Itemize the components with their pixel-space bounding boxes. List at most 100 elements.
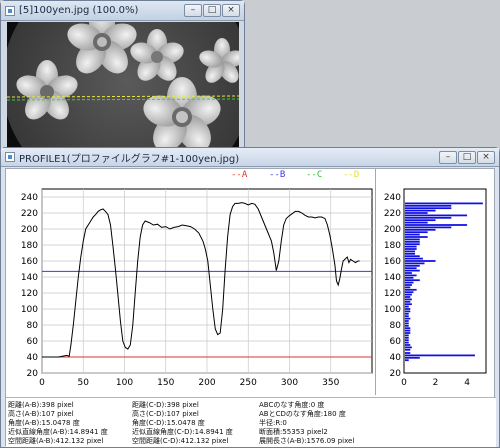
- histogram-bar: [405, 264, 420, 267]
- histogram-bar: [405, 276, 414, 279]
- measurement-value: 角度(C-D):15.0478 度: [132, 419, 205, 427]
- profile-window-titlebar[interactable]: PROFILE1(プロファイルグラフ#1-100yen.jpg) – □ ×: [1, 148, 499, 167]
- profile-chart[interactable]: 20 40 60 80 100 120 140 160 180 200 220 240 0 50 100 15…: [6, 181, 375, 397]
- histogram-y-tick-label: 20: [390, 369, 402, 379]
- y-tick-label: 60: [27, 337, 39, 347]
- x-tick-label: 100: [116, 378, 133, 388]
- histogram-bar: [405, 224, 468, 226]
- histogram-bar: [405, 207, 452, 210]
- histogram-bar: [405, 286, 411, 289]
- histogram-bar: [405, 209, 436, 212]
- histogram-bar: [405, 233, 420, 236]
- histogram-bar: [405, 324, 409, 327]
- histogram-bar: [405, 240, 420, 243]
- legend-b: --B: [269, 170, 286, 180]
- histogram-y-tick-label: 220: [384, 209, 401, 219]
- measurement-value: 断面積:55353 pixel2: [259, 428, 328, 436]
- measurement-value: 距離(A-B):398 pixel: [8, 401, 74, 409]
- histogram-y-tick-label: 140: [384, 273, 401, 283]
- histogram-bar: [405, 260, 436, 262]
- histogram-bar: [405, 348, 411, 351]
- histogram-bar: [405, 310, 411, 313]
- histogram-bar: [405, 245, 417, 248]
- y-tick-label: 120: [21, 289, 38, 299]
- histogram-bar: [405, 356, 420, 359]
- histogram-bar: [405, 332, 411, 334]
- x-tick-label: 200: [198, 378, 215, 388]
- histogram-bar: [405, 334, 409, 337]
- histogram-bar: [405, 305, 409, 308]
- minimize-button[interactable]: –: [439, 151, 457, 164]
- legend-d: --D: [343, 170, 360, 180]
- measurement-value: 高さ(C-D):107 pixel: [132, 410, 199, 418]
- y-tick-label: 100: [21, 305, 38, 315]
- image-window-title: [5]100yen.jpg (100.0%): [19, 5, 139, 16]
- histogram-bar: [405, 267, 417, 270]
- histogram-bar: [405, 327, 411, 330]
- x-tick-label: 50: [78, 378, 90, 388]
- histogram-bar: [405, 298, 412, 301]
- x-tick-label: 300: [281, 378, 298, 388]
- histogram-y-tick-label: 80: [390, 321, 402, 331]
- histogram-bar: [405, 255, 420, 258]
- histogram-bar: [405, 300, 411, 303]
- measurement-value: ABCのなす角度:0 度: [259, 401, 325, 409]
- maximize-button[interactable]: □: [203, 4, 221, 17]
- histogram-y-tick-label: 200: [384, 225, 401, 235]
- histogram-bar: [405, 279, 420, 282]
- histogram-bar: [405, 226, 452, 229]
- histogram-bar: [405, 354, 475, 357]
- profile-content: --A --B --C --D 20 40 60 80 100 120 140 160 180 2…: [5, 168, 496, 447]
- y-tick-label: 180: [21, 241, 38, 251]
- y-tick-label: 160: [21, 257, 38, 267]
- histogram-bar: [405, 204, 452, 207]
- histogram-chart[interactable]: 20 40 60 80 100 120 140 160 180 200 220 240 0 2 4: [376, 181, 494, 397]
- histogram-bar: [405, 216, 452, 219]
- histogram-bar: [405, 262, 425, 265]
- coin-image[interactable]: [7, 22, 239, 147]
- histogram-bar: [405, 303, 412, 306]
- histogram-bar: [405, 308, 411, 310]
- histogram-bar: [405, 281, 414, 284]
- close-button[interactable]: ×: [222, 4, 240, 17]
- histogram-y-tick-label: 100: [384, 305, 401, 315]
- measurement-value: 空間距離(A-B):412.132 pixel: [8, 437, 104, 445]
- histogram-bar: [405, 288, 417, 291]
- histogram-bar: [405, 296, 411, 298]
- histogram-bar: [405, 252, 416, 255]
- close-button[interactable]: ×: [477, 151, 495, 164]
- histogram-bar: [405, 269, 420, 272]
- histogram-bar: [405, 329, 411, 332]
- histogram-bar: [405, 231, 428, 234]
- histogram-bar: [405, 344, 411, 346]
- histogram-y-tick-label: 160: [384, 257, 401, 267]
- histogram-bar: [405, 315, 409, 318]
- profile-window-title: PROFILE1(プロファイルグラフ#1-100yen.jpg): [19, 153, 240, 165]
- y-tick-label: 80: [27, 321, 39, 331]
- profile-window-icon: [5, 152, 15, 162]
- histogram-bar: [405, 214, 468, 217]
- coin-image-graphic: [7, 22, 239, 147]
- profile-window: PROFILE1(プロファイルグラフ#1-100yen.jpg) – □ × -…: [0, 147, 500, 448]
- histogram-y-tick-label: 60: [390, 337, 402, 347]
- histogram-bar: [405, 212, 428, 214]
- y-tick-label: 220: [21, 209, 38, 219]
- histogram-bar: [405, 291, 414, 294]
- image-window: [5]100yen.jpg (100.0%) – □ ×: [0, 0, 245, 150]
- image-window-titlebar[interactable]: [5]100yen.jpg (100.0%) – □ ×: [1, 1, 244, 21]
- histogram-x-tick-label: 4: [464, 378, 470, 388]
- x-tick-label: 250: [240, 378, 257, 388]
- histogram-bar: [405, 274, 417, 277]
- measurement-value: 近似直線角度(C-D):14.8941 度: [132, 428, 233, 436]
- maximize-button[interactable]: □: [458, 151, 476, 164]
- histogram-bar: [405, 352, 411, 354]
- minimize-button[interactable]: –: [184, 4, 202, 17]
- histogram-bar: [405, 250, 416, 253]
- histogram-x-tick-label: 0: [401, 378, 407, 388]
- histogram-y-tick-label: 120: [384, 289, 401, 299]
- measurement-value: 角度(A-B):15.0478 度: [8, 419, 80, 427]
- histogram-bar: [405, 346, 412, 349]
- histogram-bar: [405, 336, 409, 339]
- histogram-bar: [405, 248, 417, 250]
- histogram-bar: [405, 341, 409, 344]
